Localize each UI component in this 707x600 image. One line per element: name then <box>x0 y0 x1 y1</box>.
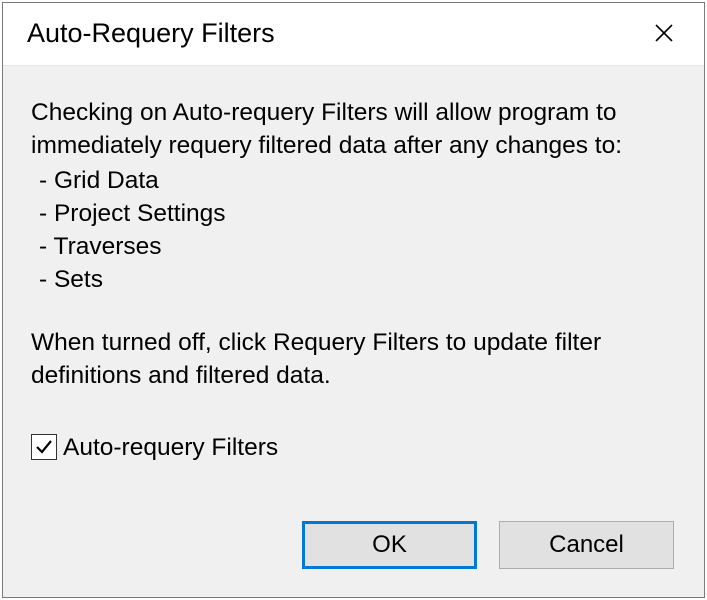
bullet-list: Grid Data Project Settings Traverses Set… <box>31 164 676 296</box>
checkbox-row: Auto-requery Filters <box>31 431 676 464</box>
titlebar: Auto-Requery Filters <box>3 3 704 66</box>
list-item: Project Settings <box>39 197 676 230</box>
ok-button[interactable]: OK <box>302 521 477 569</box>
list-item: Traverses <box>39 230 676 263</box>
checkmark-icon <box>34 437 54 457</box>
dialog-content: Checking on Auto-requery Filters will al… <box>3 66 704 485</box>
close-icon <box>654 23 674 43</box>
auto-requery-checkbox[interactable] <box>31 434 57 460</box>
dialog-title: Auto-Requery Filters <box>27 18 275 49</box>
cancel-button[interactable]: Cancel <box>499 521 674 569</box>
list-item: Sets <box>39 263 676 296</box>
list-item: Grid Data <box>39 164 676 197</box>
checkbox-label: Auto-requery Filters <box>63 431 278 464</box>
off-note-text: When turned off, click Requery Filters t… <box>31 326 676 392</box>
intro-text: Checking on Auto-requery Filters will al… <box>31 96 676 162</box>
auto-requery-dialog: Auto-Requery Filters Checking on Auto-re… <box>2 2 705 598</box>
button-row: OK Cancel <box>3 521 704 597</box>
close-button[interactable] <box>644 15 684 51</box>
